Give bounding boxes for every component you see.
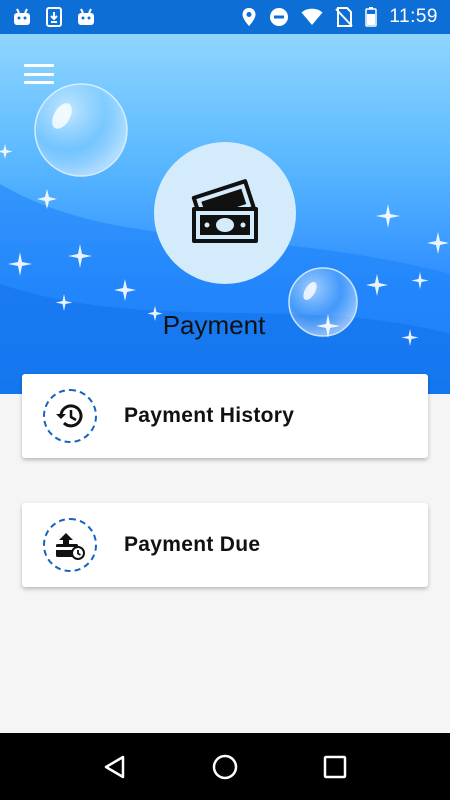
page-title: Payment [162, 310, 266, 340]
card-label: Payment History [124, 404, 295, 427]
card-label: Payment Due [124, 533, 261, 556]
money-icon [191, 179, 258, 243]
no-sim-icon [335, 7, 354, 27]
history-icon [43, 389, 97, 443]
wifi-icon [301, 8, 323, 26]
system-nav-bar [0, 733, 450, 800]
header-banner: Payment [0, 34, 450, 394]
location-icon [241, 7, 257, 27]
android-icon [12, 8, 32, 26]
status-left-icons [12, 7, 96, 27]
battery-icon [365, 7, 378, 27]
back-icon[interactable] [95, 747, 135, 787]
recents-icon[interactable] [315, 747, 355, 787]
status-bar: 11:59 [0, 0, 450, 34]
hero-icon-circle [154, 142, 296, 284]
payment-due-icon [43, 518, 97, 572]
download-icon [46, 7, 62, 27]
status-time: 11:59 [389, 6, 438, 27]
do-not-disturb-icon [269, 7, 289, 27]
android-icon [76, 8, 96, 26]
payment-history-card[interactable]: Payment History [22, 374, 428, 458]
home-icon[interactable] [205, 747, 245, 787]
payment-due-card[interactable]: Payment Due [22, 503, 428, 587]
menu-icon[interactable] [22, 60, 56, 88]
status-right-icons: 11:59 [241, 6, 438, 28]
